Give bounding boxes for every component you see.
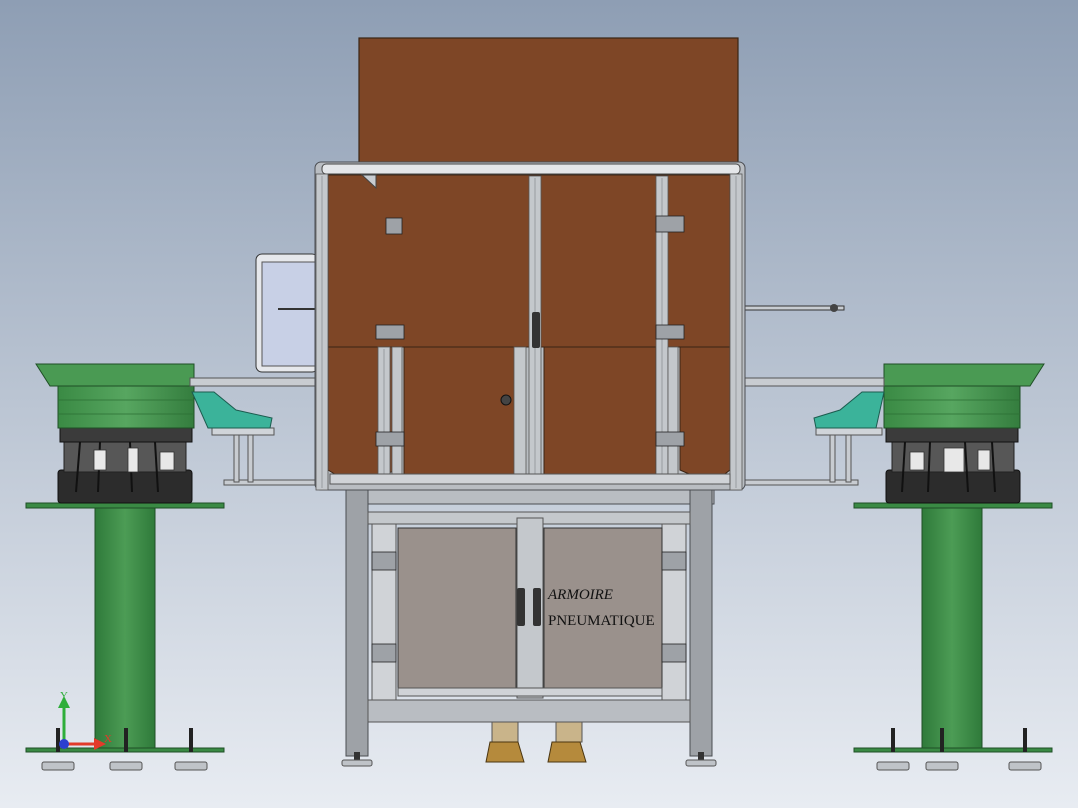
y-axis-label: Y — [60, 690, 68, 702]
right-column — [921, 506, 983, 751]
right-stand-leg — [689, 489, 713, 757]
left-control-panel — [255, 253, 320, 373]
right-bowl — [883, 383, 1021, 429]
left-stand-leg — [345, 489, 369, 757]
right-bowl-rim — [883, 363, 1045, 387]
left-bowl — [57, 383, 195, 429]
cabinet-right-handle[interactable] — [533, 588, 541, 626]
main-enclosure[interactable] — [314, 37, 746, 491]
assembly-drawing: ARMOIRE PNEUMATIQUE Y X — [0, 0, 1078, 808]
right-drive-base — [885, 469, 1021, 504]
right-rod — [743, 305, 845, 311]
upper-door-handle[interactable] — [532, 312, 540, 348]
right-platform — [853, 502, 1053, 509]
cabinet-left-handle[interactable] — [517, 588, 525, 626]
left-bowl-ring — [59, 427, 193, 443]
left-platform — [25, 502, 225, 509]
cabinet-label-line1: ARMOIRE — [547, 587, 613, 603]
cabinet-label-line2: PNEUMATIQUE — [548, 613, 655, 629]
cabinet-right-door[interactable] — [543, 527, 663, 691]
x-axis-label: X — [104, 733, 112, 745]
right-floor-plate — [853, 747, 1053, 753]
left-bowl-rim — [35, 363, 195, 387]
lower-right-panel — [543, 346, 657, 476]
lower-left-panel — [403, 346, 517, 476]
right-bowl-ring — [885, 427, 1019, 443]
left-column — [94, 506, 156, 751]
cabinet-left-door[interactable] — [397, 527, 517, 691]
origin-marker — [59, 739, 69, 749]
cad-viewport[interactable]: ARMOIRE PNEUMATIQUE Y X — [0, 0, 1078, 808]
door-lock[interactable] — [500, 394, 512, 406]
